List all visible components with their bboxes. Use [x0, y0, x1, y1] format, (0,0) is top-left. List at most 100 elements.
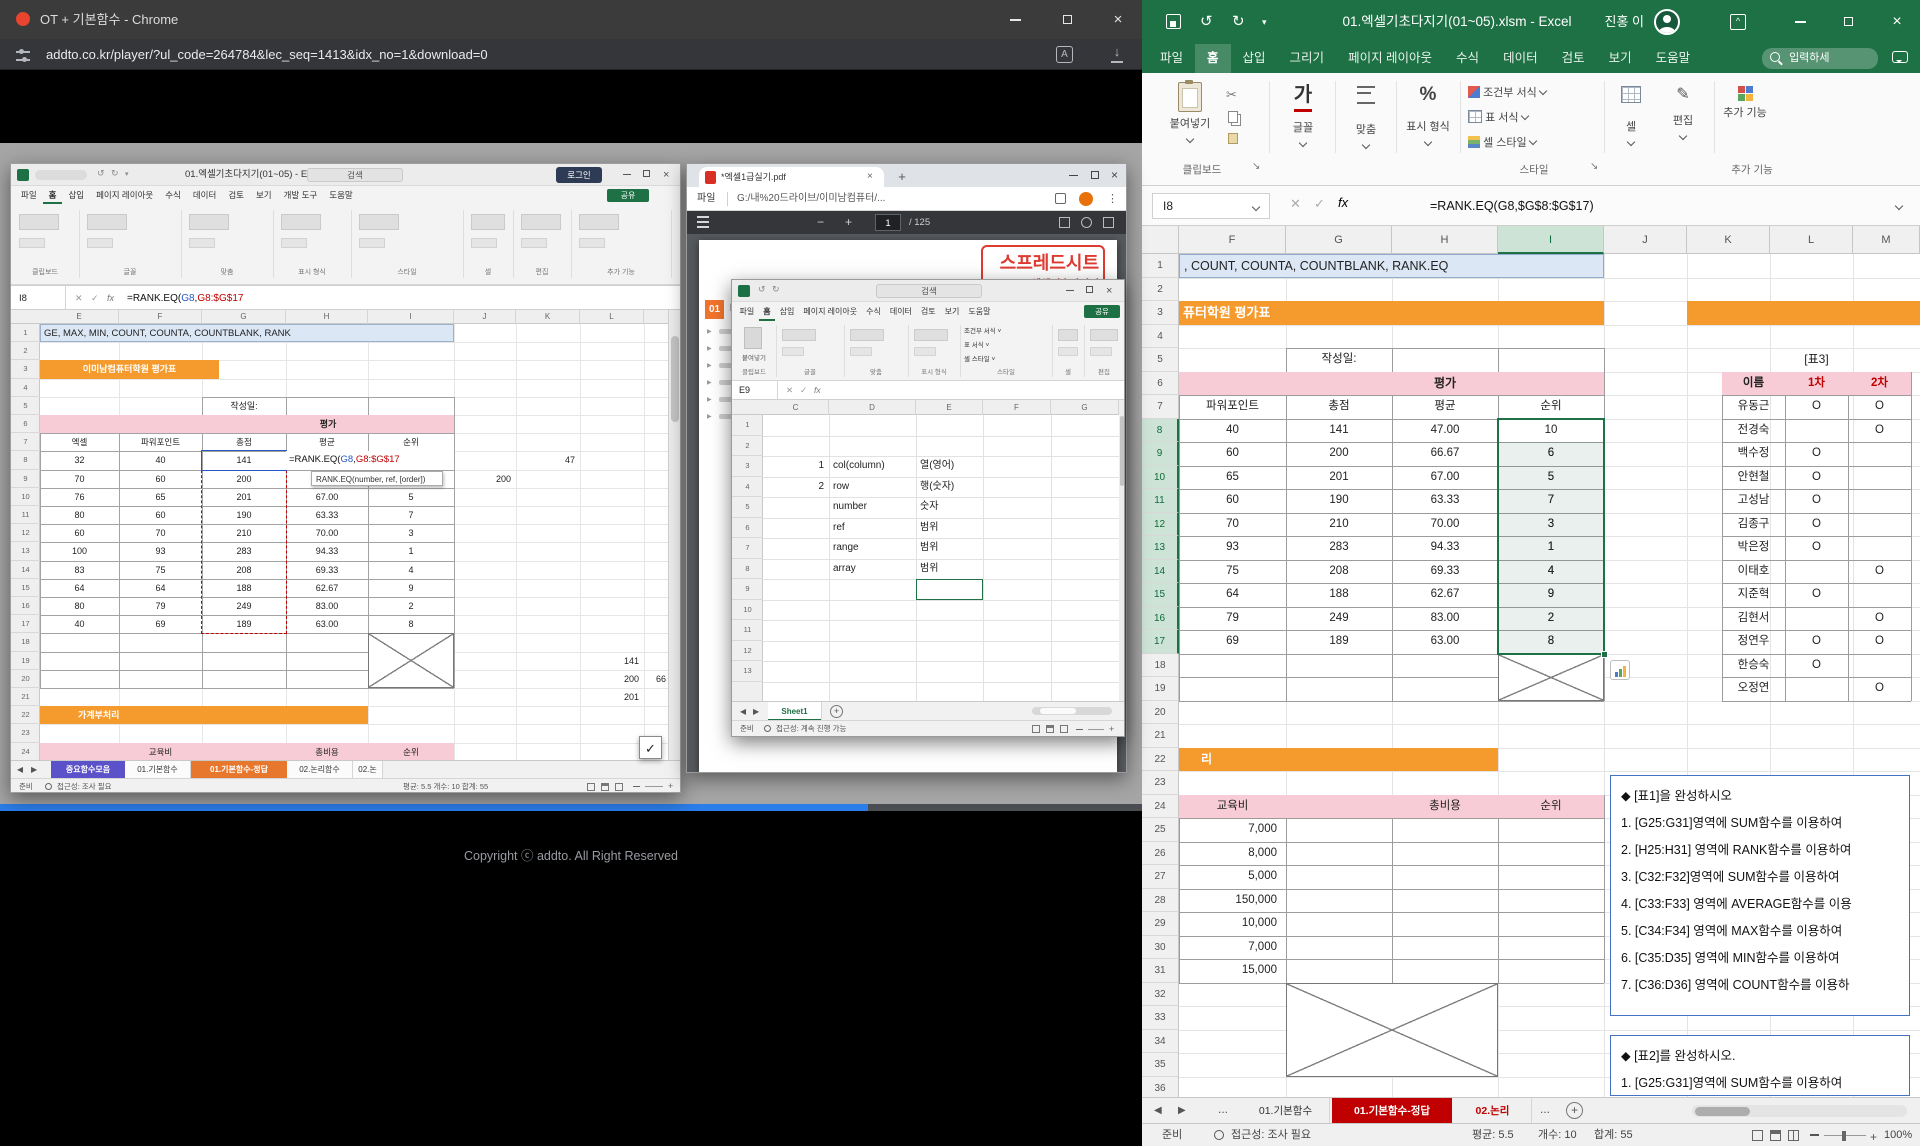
- sheet-tab-01.기본함수[interactable]: 01.기본함수: [1242, 1098, 1330, 1124]
- data-col-header[interactable]: 총점: [1286, 395, 1392, 419]
- table3-cell[interactable]: 안현철: [1722, 466, 1785, 490]
- sheet-hscrollbar-thumb[interactable]: [1040, 708, 1076, 714]
- data-cell[interactable]: 75: [1179, 560, 1286, 584]
- table3-cell[interactable]: [1848, 583, 1911, 607]
- data-cell[interactable]: 93: [119, 542, 202, 560]
- crossed-cell[interactable]: [368, 633, 454, 688]
- formula-enter-icon[interactable]: ✓: [800, 381, 807, 400]
- sheet-tab-overflow2[interactable]: ...: [1540, 1098, 1550, 1124]
- table3-cell[interactable]: 김종구: [1722, 513, 1785, 537]
- selected-cell-value[interactable]: 3: [1498, 513, 1604, 537]
- name-box[interactable]: I8: [11, 286, 66, 310]
- row-header-15[interactable]: 15: [1142, 583, 1179, 607]
- row-header-17[interactable]: 17: [1142, 630, 1179, 654]
- sheet-vscrollbar[interactable]: [668, 310, 680, 760]
- row-header-8[interactable]: 8: [11, 451, 40, 469]
- excel-titlebar[interactable]: ↺ ↻ ▾ 01.엑셀기초다지기(01~05).xlsm - Excel 진홍 …: [1142, 0, 1920, 44]
- row-header-18[interactable]: 18: [11, 633, 40, 651]
- memo-cell[interactable]: , COUNT, COUNTA, COUNTBLANK, RANK.EQ: [1179, 254, 1604, 278]
- view-icons[interactable]: [1060, 725, 1068, 733]
- sheet-tab-02.논리함수[interactable]: 02.논리함수: [287, 761, 353, 778]
- cost-header-cell[interactable]: 교육비: [1179, 795, 1286, 819]
- data-cell[interactable]: 2: [763, 477, 829, 498]
- menu-tab-파일[interactable]: 파일: [735, 302, 759, 321]
- data-cell[interactable]: 행(숫자): [916, 477, 983, 498]
- toolbar-menu-icon[interactable]: [697, 216, 709, 218]
- data-col-header[interactable]: 순위: [1498, 395, 1604, 419]
- data-cell[interactable]: 40: [1179, 419, 1286, 443]
- table3-cell[interactable]: 오정연: [1722, 677, 1785, 701]
- table-title-cell[interactable]: 이미남컴퓨터학원 평가표: [40, 360, 219, 378]
- zoom-out-icon[interactable]: [1810, 1134, 1819, 1136]
- cost-cell[interactable]: 7,000: [1179, 818, 1286, 842]
- column-header-J[interactable]: J: [454, 310, 516, 324]
- row-header-27[interactable]: 27: [1142, 865, 1179, 889]
- zoom-in-icon[interactable]: +: [1109, 724, 1114, 734]
- row-header-22[interactable]: 22: [11, 706, 40, 724]
- data-cell[interactable]: ref: [829, 518, 916, 539]
- table3-cell[interactable]: O: [1785, 513, 1848, 537]
- row-header-7[interactable]: 7: [732, 538, 763, 559]
- table3-cell[interactable]: [1785, 560, 1848, 584]
- table3-cell[interactable]: [1785, 677, 1848, 701]
- column-header-K[interactable]: K: [516, 310, 580, 324]
- column-header-D[interactable]: D: [829, 400, 916, 415]
- login-button[interactable]: 로그인: [556, 167, 602, 183]
- row-header-22[interactable]: 22: [1142, 748, 1179, 772]
- data-cell[interactable]: 200: [202, 470, 286, 488]
- menu-tab-보기[interactable]: 보기: [250, 186, 278, 204]
- menu-tab-도움말[interactable]: 도움말: [323, 186, 358, 204]
- align-button[interactable]: 맞춤: [1340, 78, 1392, 158]
- menu-tab-수식[interactable]: 수식: [159, 186, 187, 204]
- formula-cancel-icon[interactable]: ✕: [786, 381, 793, 400]
- table3-cell[interactable]: [1785, 419, 1848, 443]
- minimize-icon[interactable]: [623, 174, 631, 175]
- mini-excel-titlebar[interactable]: ↺↻검색×: [732, 280, 1124, 302]
- table3-cell[interactable]: O: [1785, 395, 1848, 419]
- table3-cell[interactable]: [1848, 536, 1911, 560]
- close-icon[interactable]: ×: [1106, 280, 1112, 302]
- menu-tab-삽입[interactable]: 삽입: [775, 302, 799, 321]
- table3-cell[interactable]: [1785, 607, 1848, 631]
- data-col-header[interactable]: 파워포인트: [1179, 395, 1286, 419]
- row-header-12[interactable]: 12: [1142, 513, 1179, 537]
- zoom-slider[interactable]: [1088, 729, 1104, 730]
- view-icons[interactable]: [1032, 725, 1040, 733]
- menu-tab-개발 도구[interactable]: 개발 도구: [278, 186, 324, 204]
- column-header-G[interactable]: G: [202, 310, 286, 324]
- close-icon[interactable]: ×: [663, 164, 669, 186]
- table-title-cell[interactable]: 퓨터학원 평가표: [1179, 301, 1604, 325]
- search-box[interactable]: 검색: [876, 284, 982, 298]
- menu-tab-홈[interactable]: 홈: [759, 302, 775, 321]
- data-col-header[interactable]: 총점: [202, 433, 286, 451]
- stray-cell[interactable]: 47: [516, 451, 580, 469]
- row-header-10[interactable]: 10: [1142, 466, 1179, 490]
- maximize-icon[interactable]: [1086, 286, 1093, 293]
- row-header-32[interactable]: 32: [1142, 983, 1179, 1007]
- row-header-1[interactable]: 1: [11, 324, 40, 342]
- row-header-2[interactable]: 2: [11, 342, 40, 360]
- row-header-33[interactable]: 33: [1142, 1006, 1179, 1030]
- cost-header-cell[interactable]: 총비용: [1392, 795, 1498, 819]
- table3-cell[interactable]: 김현서: [1722, 607, 1785, 631]
- data-cell[interactable]: 47.00: [1392, 419, 1498, 443]
- table3-cell[interactable]: [1848, 442, 1911, 466]
- column-header-F[interactable]: F: [119, 310, 202, 324]
- sheet-hscrollbar[interactable]: [1692, 1105, 1907, 1117]
- zoom-slider[interactable]: [645, 786, 663, 787]
- user-name[interactable]: 진홍 이: [1572, 0, 1644, 44]
- comments-icon[interactable]: [1892, 51, 1908, 63]
- table3-cell[interactable]: [1848, 513, 1911, 537]
- data-cell[interactable]: 70.00: [1392, 513, 1498, 537]
- cost-header-cell[interactable]: 교육비: [119, 743, 202, 760]
- selected-cell-value[interactable]: 8: [1498, 630, 1604, 654]
- crossed-cell[interactable]: [1498, 654, 1604, 701]
- table3-cell[interactable]: 유동근: [1722, 395, 1785, 419]
- selected-cell-value[interactable]: 6: [1498, 442, 1604, 466]
- row-header-23[interactable]: 23: [11, 724, 40, 742]
- row-header-13[interactable]: 13: [1142, 536, 1179, 560]
- menu-tab-보기[interactable]: 보기: [940, 302, 964, 321]
- eval-header-cell[interactable]: 평가: [202, 415, 454, 433]
- menu-tab-수식[interactable]: 수식: [862, 302, 886, 321]
- toolbar-icon[interactable]: [1081, 217, 1092, 228]
